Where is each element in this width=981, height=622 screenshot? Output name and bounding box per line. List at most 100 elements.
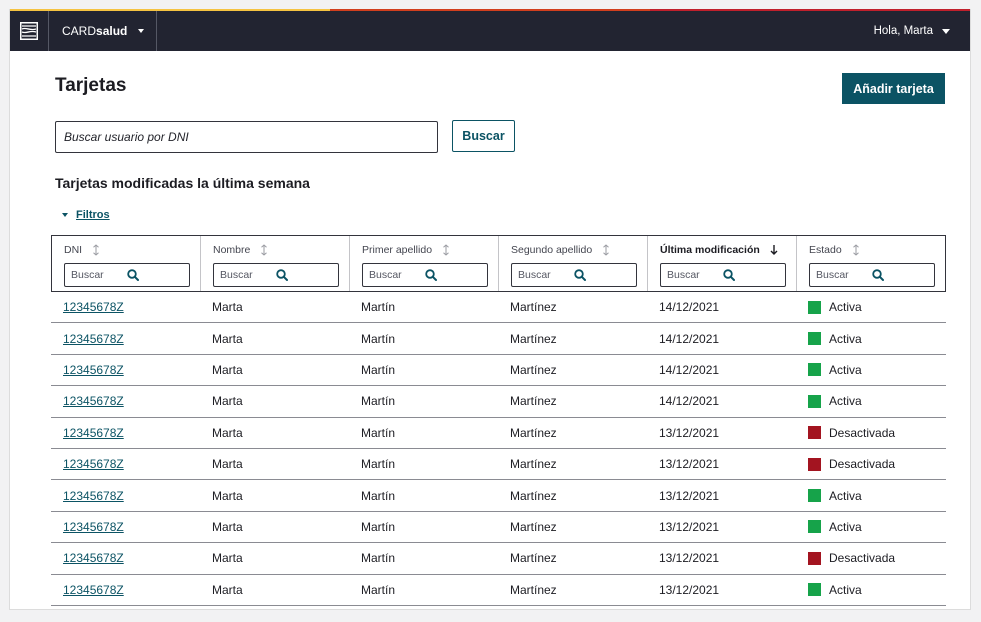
search-icon[interactable] bbox=[723, 269, 779, 281]
column-search-placeholder: Buscar bbox=[220, 269, 253, 281]
table-row: 12345678Z Marta Martín Martínez 13/12/2021 De… bbox=[51, 543, 946, 575]
cell-primer-apellido: Martín bbox=[361, 300, 396, 315]
column-label: Estado bbox=[809, 243, 842, 256]
sort-icon[interactable] bbox=[260, 243, 268, 256]
app-logo[interactable] bbox=[10, 11, 49, 51]
cell-nombre: Marta bbox=[212, 300, 243, 315]
cell-ultima-modificacion: 14/12/2021 bbox=[659, 362, 720, 377]
column-header-estado[interactable]: Estado Buscar bbox=[796, 236, 946, 291]
search-icon[interactable] bbox=[574, 269, 630, 281]
search-icon[interactable] bbox=[872, 269, 928, 281]
dni-link[interactable]: 12345678Z bbox=[63, 551, 124, 565]
cell-ultima-modificacion: 14/12/2021 bbox=[659, 300, 720, 315]
column-header-ultima-modificacion[interactable]: Última modificación Buscar bbox=[647, 236, 796, 291]
dni-link[interactable]: 12345678Z bbox=[63, 363, 124, 377]
column-search-placeholder: Buscar bbox=[816, 269, 849, 281]
cell-estado: Activa bbox=[796, 300, 946, 314]
cell-dni: 12345678Z bbox=[51, 583, 200, 597]
dni-link[interactable]: 12345678Z bbox=[63, 520, 124, 534]
search-icon[interactable] bbox=[127, 269, 183, 281]
column-search-input[interactable]: Buscar bbox=[809, 263, 935, 287]
status-label: Activa bbox=[829, 582, 862, 597]
cell-estado: Activa bbox=[796, 520, 946, 534]
section-title: Tarjetas modificadas la última semana bbox=[55, 175, 310, 191]
column-search-placeholder: Buscar bbox=[518, 269, 551, 281]
dni-link[interactable]: 12345678Z bbox=[63, 332, 124, 346]
status-label: Activa bbox=[829, 488, 862, 503]
cell-ultima-modificacion: 13/12/2021 bbox=[659, 425, 720, 440]
column-search-input[interactable]: Buscar bbox=[511, 263, 637, 287]
column-label: Segundo apellido bbox=[511, 243, 593, 256]
cell-primer-apellido: Martín bbox=[361, 551, 396, 566]
table-row: 12345678Z Marta Martín Martínez 13/12/2021 Ac… bbox=[51, 512, 946, 544]
add-card-button[interactable]: Añadir tarjeta bbox=[842, 73, 945, 104]
cell-primer-apellido: Martín bbox=[361, 331, 396, 346]
cell-ultima-modificacion: 14/12/2021 bbox=[659, 394, 720, 409]
cell-primer-apellido: Martín bbox=[361, 582, 396, 597]
cards-table: DNI Buscar Nombre Buscar Primer apellido Busc… bbox=[51, 235, 946, 606]
status-indicator bbox=[808, 394, 821, 408]
column-label-row: Nombre bbox=[213, 243, 349, 256]
search-button[interactable]: Buscar bbox=[452, 120, 515, 152]
column-search-input[interactable]: Buscar bbox=[362, 263, 488, 287]
column-header-primer-apellido[interactable]: Primer apellido Buscar bbox=[349, 236, 498, 291]
column-header-nombre[interactable]: Nombre Buscar bbox=[200, 236, 349, 291]
column-label-row: Estado bbox=[809, 243, 945, 256]
cell-dni: 12345678Z bbox=[51, 489, 200, 503]
user-menu[interactable]: Hola, Marta bbox=[874, 25, 950, 37]
status-indicator bbox=[808, 551, 821, 565]
column-search-placeholder: Buscar bbox=[71, 269, 104, 281]
cell-primer-apellido: Martín bbox=[361, 362, 396, 377]
cell-ultima-modificacion: 13/12/2021 bbox=[659, 488, 720, 503]
status-label: Activa bbox=[829, 519, 862, 534]
cell-primer-apellido: Martín bbox=[361, 425, 396, 440]
sort-icon[interactable] bbox=[852, 243, 860, 256]
sort-desc-icon[interactable] bbox=[770, 244, 778, 255]
dni-link[interactable]: 12345678Z bbox=[63, 489, 124, 503]
sort-icon[interactable] bbox=[92, 243, 100, 256]
status-indicator bbox=[808, 426, 821, 440]
app-name-prefix: CARD bbox=[62, 24, 97, 38]
cell-segundo-apellido: Martínez bbox=[510, 300, 557, 315]
column-search-input[interactable]: Buscar bbox=[213, 263, 339, 287]
cell-estado: Activa bbox=[796, 583, 946, 597]
dni-link[interactable]: 12345678Z bbox=[63, 457, 124, 471]
dni-search-input[interactable] bbox=[55, 121, 438, 153]
cell-segundo-apellido: Martínez bbox=[510, 488, 557, 503]
column-label-row: Segundo apellido bbox=[511, 243, 647, 256]
dni-link[interactable]: 12345678Z bbox=[63, 426, 124, 440]
sort-icon[interactable] bbox=[442, 243, 450, 256]
status-label: Activa bbox=[829, 362, 862, 377]
column-search-input[interactable]: Buscar bbox=[64, 263, 190, 287]
cell-segundo-apellido: Martínez bbox=[510, 362, 557, 377]
cell-estado: Desactivada bbox=[796, 426, 946, 440]
chevron-down-icon bbox=[138, 29, 145, 33]
column-search-input[interactable]: Buscar bbox=[660, 263, 786, 287]
column-header-segundo-apellido[interactable]: Segundo apellido Buscar bbox=[498, 236, 647, 291]
sort-icon[interactable] bbox=[602, 243, 610, 256]
dni-link[interactable]: 12345678Z bbox=[63, 394, 124, 408]
filters-toggle[interactable]: Filtros bbox=[62, 209, 110, 221]
search-icon[interactable] bbox=[425, 269, 481, 281]
app-name-bold: salud bbox=[96, 24, 128, 38]
app-window: CARDsalud Hola, Marta Tarjetas Añadir ta… bbox=[9, 9, 971, 610]
table-row: 12345678Z Marta Martín Martínez 13/12/2021 De… bbox=[51, 449, 946, 481]
search-icon[interactable] bbox=[276, 269, 332, 281]
chevron-down-icon bbox=[942, 28, 950, 34]
app-selector[interactable]: CARDsalud bbox=[49, 11, 158, 51]
table-row: 12345678Z Marta Martín Martínez 13/12/2021 De… bbox=[51, 418, 946, 449]
column-label: Nombre bbox=[213, 243, 251, 256]
table-row: 12345678Z Marta Martín Martínez 14/12/2021 Ac… bbox=[51, 355, 946, 387]
cell-nombre: Marta bbox=[212, 457, 243, 472]
dni-link[interactable]: 12345678Z bbox=[63, 583, 124, 597]
cell-nombre: Marta bbox=[212, 362, 243, 377]
dni-link[interactable]: 12345678Z bbox=[63, 300, 124, 314]
cell-segundo-apellido: Martínez bbox=[510, 425, 557, 440]
cell-nombre: Marta bbox=[212, 488, 243, 503]
column-label: Última modificación bbox=[660, 243, 760, 256]
cell-estado: Activa bbox=[796, 332, 946, 346]
table-row: 12345678Z Marta Martín Martínez 14/12/2021 Ac… bbox=[51, 386, 946, 418]
column-header-dni[interactable]: DNI Buscar bbox=[51, 236, 200, 291]
cell-ultima-modificacion: 13/12/2021 bbox=[659, 582, 720, 597]
cell-ultima-modificacion: 13/12/2021 bbox=[659, 551, 720, 566]
